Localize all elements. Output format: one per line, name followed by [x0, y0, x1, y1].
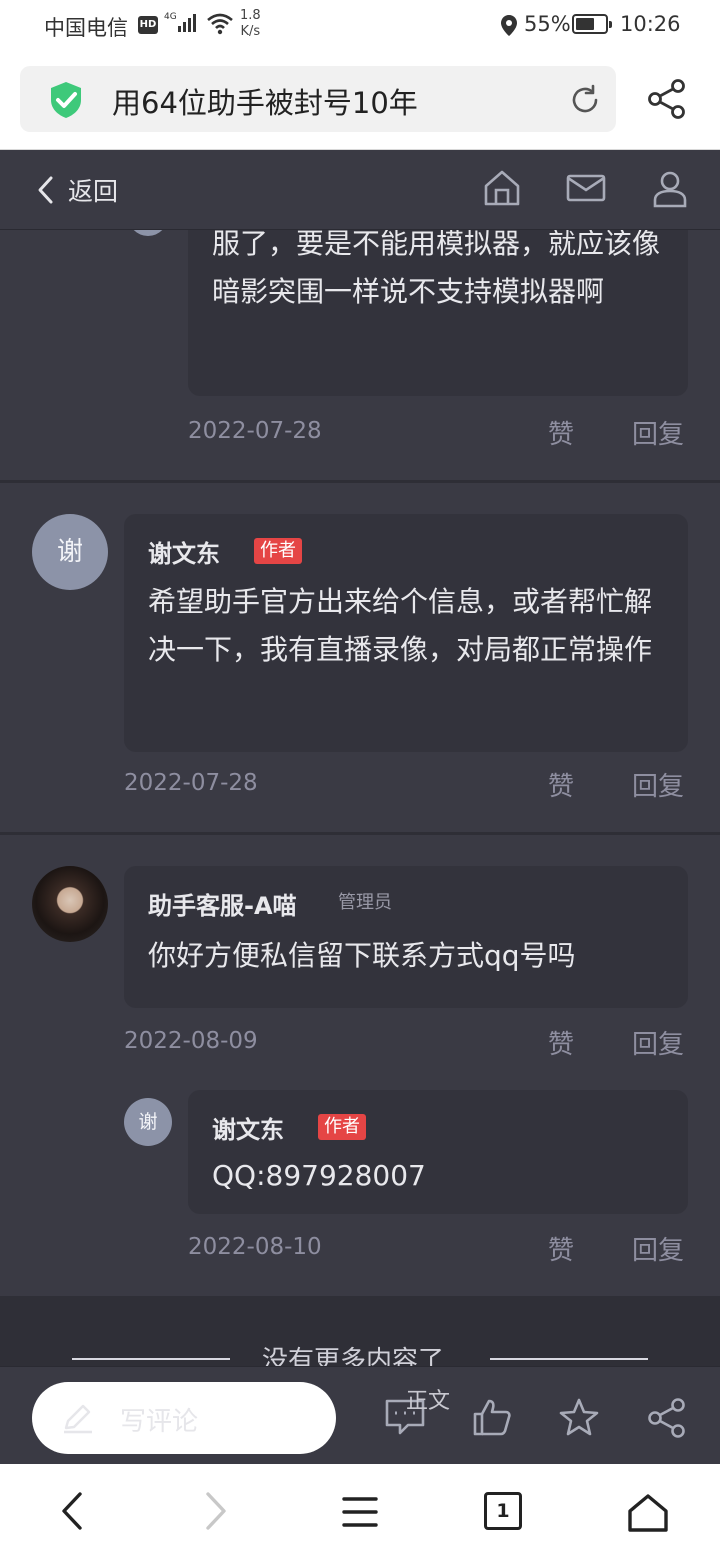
carrier-label: 中国电信	[44, 16, 128, 40]
comment-date: 2022-07-28	[124, 770, 258, 796]
comment-date: 2022-08-09	[124, 1028, 258, 1054]
back-label: 返回	[68, 177, 119, 206]
divider-line	[490, 1358, 648, 1360]
page-title: 用64位助手被封号10年	[112, 86, 418, 120]
location-icon	[500, 14, 518, 42]
hd-badge: HD	[138, 16, 158, 34]
comment-bubble: 服了，要是不能用模拟器，就应该像暗影突围一样说不支持模拟器啊	[188, 230, 688, 396]
avatar[interactable]: 谢	[124, 1098, 172, 1146]
avatar[interactable]: 谢	[32, 514, 108, 590]
reply-button[interactable]: 回复	[632, 1230, 684, 1267]
home-icon[interactable]	[626, 1492, 670, 1538]
speed-unit: K/s	[240, 24, 261, 39]
comment-date: 2022-07-28	[188, 418, 322, 444]
battery-percent: 55%	[524, 12, 571, 36]
tabs-icon[interactable]: 1	[484, 1492, 522, 1530]
article-label[interactable]: 正文	[406, 1383, 450, 1415]
write-comment-button[interactable]: 写评论	[32, 1382, 336, 1454]
comment-feed: 服了，要是不能用模拟器，就应该像暗影突围一样说不支持模拟器啊 2022-07-2…	[0, 230, 720, 1296]
page-header: 返回	[0, 150, 720, 230]
comment-bubble: 谢文东 作者 希望助手官方出来给个信息，或者帮忙解决一下，我有直播录像，对局都正…	[124, 514, 688, 752]
back-arrow-icon[interactable]	[58, 1490, 86, 1536]
wifi-icon	[206, 12, 234, 40]
home-icon[interactable]	[482, 168, 522, 212]
chevron-left-icon	[38, 176, 53, 204]
reply-author[interactable]: 谢文东	[212, 1110, 284, 1145]
mail-icon[interactable]	[566, 168, 606, 212]
address-bar: 用64位助手被封号10年	[0, 54, 720, 150]
divider	[0, 832, 720, 835]
comment-author[interactable]: 助手客服-A喵	[148, 886, 297, 921]
avatar[interactable]	[32, 866, 108, 942]
write-comment-label: 写评论	[120, 1407, 199, 1437]
reply-bubble: 谢文东 作者 QQ:897928007	[188, 1090, 688, 1214]
back-button[interactable]: 返回	[36, 172, 118, 208]
user-icon[interactable]	[650, 168, 690, 212]
no-more-text: 没有更多内容了	[262, 1346, 445, 1366]
avatar[interactable]	[128, 230, 168, 236]
divider	[0, 480, 720, 483]
pen-icon	[62, 1402, 94, 1438]
comment-bubble: 助手客服-A喵 管理员 你好方便私信留下联系方式qq号吗	[124, 866, 688, 1008]
like-button[interactable]: 赞	[548, 1230, 574, 1267]
like-button[interactable]: 赞	[548, 414, 574, 451]
comment-text: 希望助手官方出来给个信息，或者帮忙解决一下，我有直播录像，对局都正常操作	[148, 585, 653, 666]
shield-check-icon	[46, 80, 86, 124]
battery-icon	[572, 14, 612, 34]
share-icon[interactable]	[646, 1397, 688, 1443]
speed-value: 1.8	[240, 8, 261, 23]
network-speed: 1.8 K/s	[240, 8, 261, 40]
status-bar: 中国电信 HD 4G 1.8 K/s 55% 10:26	[0, 0, 720, 54]
star-icon[interactable]	[558, 1397, 600, 1441]
reply-button[interactable]: 回复	[632, 766, 684, 803]
like-button[interactable]: 赞	[548, 766, 574, 803]
clock: 10:26	[620, 12, 681, 36]
url-field[interactable]: 用64位助手被封号10年	[20, 66, 616, 132]
reply-text: QQ:897928007	[212, 1159, 426, 1192]
share-icon[interactable]	[646, 78, 688, 124]
menu-icon[interactable]	[340, 1494, 380, 1534]
forward-arrow-icon	[202, 1490, 230, 1536]
comment-toolbar: 写评论 正文	[0, 1366, 720, 1464]
reply-date: 2022-08-10	[188, 1234, 322, 1260]
thumbs-up-icon[interactable]	[472, 1397, 512, 1441]
author-badge: 作者	[318, 1114, 366, 1140]
like-button[interactable]: 赞	[548, 1024, 574, 1061]
reply-button[interactable]: 回复	[632, 414, 684, 451]
admin-badge: 管理员	[338, 892, 392, 913]
cellular-signal-icon: 4G	[164, 10, 200, 40]
end-of-list: 没有更多内容了	[0, 1296, 720, 1366]
reload-icon[interactable]	[568, 83, 602, 121]
comment-author[interactable]: 谢文东	[148, 534, 220, 569]
network-type: 4G	[164, 12, 177, 22]
comment-text: 服了，要是不能用模拟器，就应该像暗影突围一样说不支持模拟器啊	[212, 230, 661, 308]
comment-text: 你好方便私信留下联系方式qq号吗	[148, 939, 576, 972]
divider-line	[72, 1358, 230, 1360]
reply-button[interactable]: 回复	[632, 1024, 684, 1061]
browser-navbar: 1	[0, 1464, 720, 1560]
author-badge: 作者	[254, 538, 302, 564]
